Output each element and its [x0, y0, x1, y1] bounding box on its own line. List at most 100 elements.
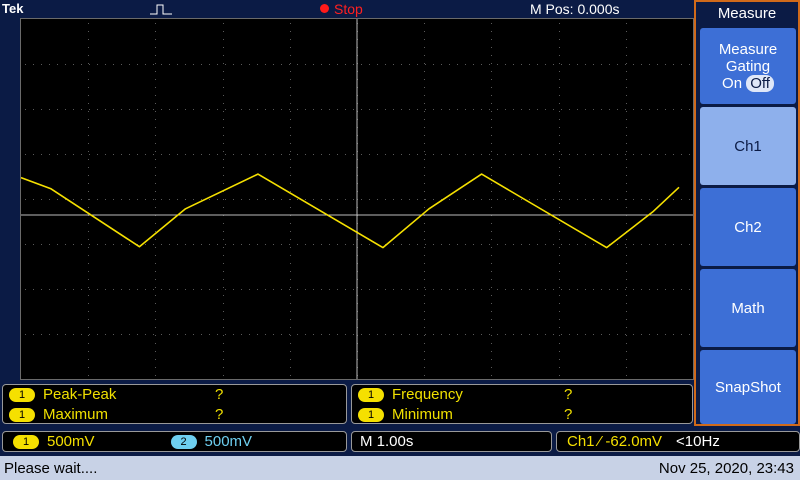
grid-dot	[25, 109, 26, 110]
grid-dot	[505, 199, 506, 200]
grid-dot	[290, 287, 291, 288]
grid-dot	[424, 55, 425, 56]
grid-dot	[290, 111, 291, 112]
grid-dot	[626, 367, 627, 368]
grid-dot	[155, 231, 156, 232]
grid-dot	[105, 109, 106, 110]
grid-dot	[559, 295, 560, 296]
grid-dot	[424, 47, 425, 48]
grid-dot	[561, 199, 562, 200]
grid-dot	[185, 334, 186, 335]
grid-dot	[491, 119, 492, 120]
grid-dot	[553, 289, 554, 290]
grid-dot	[491, 55, 492, 56]
snapshot-button[interactable]: SnapShot	[700, 350, 796, 424]
grid-dot	[626, 159, 627, 160]
math-button[interactable]: Math	[700, 269, 796, 347]
grid-dot	[491, 151, 492, 152]
grid-dot	[73, 154, 74, 155]
grid-dot	[593, 244, 594, 245]
grid-dot	[491, 231, 492, 232]
grid-dot	[155, 311, 156, 312]
grid-dot	[689, 109, 690, 110]
grid-dot	[665, 244, 666, 245]
grid-dot	[491, 143, 492, 144]
grid-dot	[193, 64, 194, 65]
grid-dot	[424, 223, 425, 224]
grid-dot	[491, 375, 492, 376]
ch2-button[interactable]: Ch2	[700, 188, 796, 266]
grid-dot	[433, 154, 434, 155]
grid-dot	[273, 154, 274, 155]
vertical-scale-readout[interactable]: 1 500mV 2 500mV	[2, 431, 347, 452]
grid-dot	[473, 289, 474, 290]
run-state[interactable]: Stop	[334, 1, 363, 17]
grid-dot	[553, 244, 554, 245]
grid-dot	[193, 289, 194, 290]
grid-dot	[201, 199, 202, 200]
grid-dot	[593, 289, 594, 290]
grid-dot	[49, 244, 50, 245]
grid-dot	[81, 64, 82, 65]
grid-dot	[290, 47, 291, 48]
grid-dot	[65, 289, 66, 290]
grid-dot	[257, 64, 258, 65]
grid-dot	[73, 244, 74, 245]
grid-dot	[626, 319, 627, 320]
grid-dot	[424, 319, 425, 320]
grid-dot	[155, 119, 156, 120]
grid-dot	[329, 289, 330, 290]
grid-dot	[88, 87, 89, 88]
grid-dot	[424, 135, 425, 136]
grid-dot	[649, 244, 650, 245]
grid-dot	[257, 289, 258, 290]
grid-dot	[297, 334, 298, 335]
grid-dot	[626, 311, 627, 312]
grid-dot	[155, 247, 156, 248]
measure-gating-button[interactable]: Measure Gating On Off	[700, 28, 796, 104]
grid-dot	[81, 289, 82, 290]
grid-dot	[626, 359, 627, 360]
grid-dot	[223, 359, 224, 360]
grid-dot	[425, 109, 426, 110]
ch1-button[interactable]: Ch1	[700, 107, 796, 185]
grid-dot	[97, 289, 98, 290]
grid-dot	[223, 367, 224, 368]
grid-dot	[155, 255, 156, 256]
grid-dot	[233, 334, 234, 335]
grid-dot	[559, 31, 560, 32]
grid-dot	[409, 64, 410, 65]
measurement-name: Minimum	[392, 406, 453, 423]
grid-dot	[81, 154, 82, 155]
grid-dot	[177, 199, 178, 200]
timebase-readout[interactable]: M 1.00s	[351, 431, 552, 452]
grid-dot	[33, 199, 34, 200]
grid-dot	[145, 289, 146, 290]
grid-dot	[223, 255, 224, 256]
grid-dot	[49, 109, 50, 110]
grid-dot	[290, 159, 291, 160]
grid-dot	[209, 244, 210, 245]
grid-dot	[155, 207, 156, 208]
grid-dot	[385, 199, 386, 200]
grid-dot	[97, 199, 98, 200]
trigger-readout[interactable]: Ch1 ⁄ -62.0mV <10Hz	[556, 431, 800, 452]
grid-dot	[553, 199, 554, 200]
grid-dot	[305, 154, 306, 155]
grid-dot	[401, 109, 402, 110]
grid-dot	[88, 303, 89, 304]
grid-dot	[457, 334, 458, 335]
grid-dot	[537, 244, 538, 245]
grid-dot	[626, 327, 627, 328]
grid-dot	[626, 375, 627, 376]
grid-dot	[329, 109, 330, 110]
grid-dot	[433, 334, 434, 335]
grid-dot	[265, 109, 266, 110]
grid-dot	[626, 255, 627, 256]
grid-dot	[290, 255, 291, 256]
grid-dot	[491, 351, 492, 352]
grid-dot	[273, 109, 274, 110]
grid-dot	[313, 244, 314, 245]
grid-dot	[559, 191, 560, 192]
grid-dot	[491, 127, 492, 128]
